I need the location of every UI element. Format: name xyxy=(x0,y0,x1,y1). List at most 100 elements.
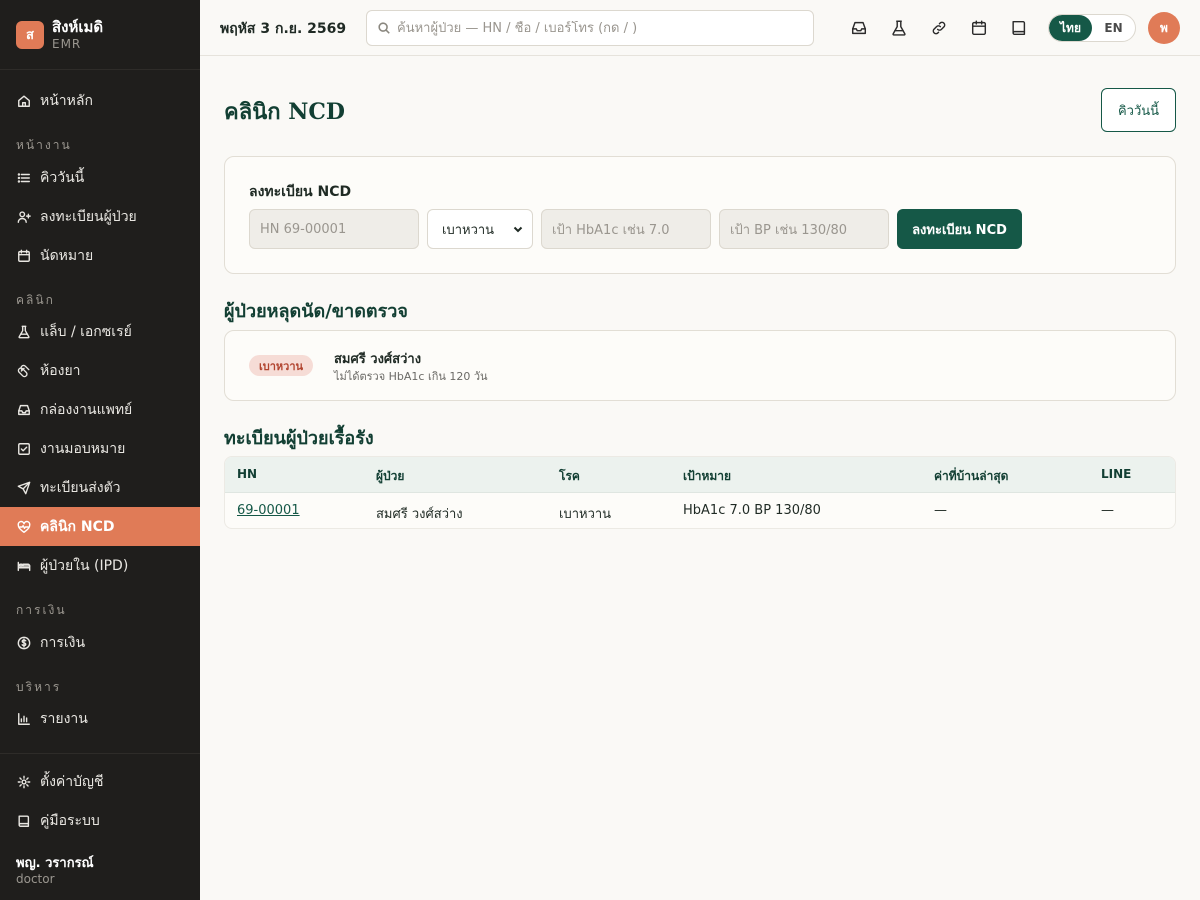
bar-chart-icon xyxy=(16,711,32,727)
brand[interactable]: ส สิงห์เมดิ EMR xyxy=(0,0,200,70)
sidebar-item-label: กล่องงานแพทย์ xyxy=(40,401,133,418)
table-header: HN ผู้ป่วย โรค เป้าหมาย ค่าที่บ้านล่าสุด… xyxy=(225,457,1175,493)
sidebar-item-label: ห้องยา xyxy=(40,362,81,379)
sidebar-item-label: หน้าหลัก xyxy=(40,92,93,109)
sidebar-item-tasks[interactable]: งานมอบหมาย xyxy=(0,429,200,468)
book-icon xyxy=(16,813,32,829)
home-icon xyxy=(16,93,32,109)
pill-icon xyxy=(16,363,32,379)
book-icon[interactable] xyxy=(1007,16,1031,40)
sidebar-item-appointments[interactable]: นัดหมาย xyxy=(0,236,200,275)
hn-link[interactable]: 69-00001 xyxy=(237,503,300,518)
sidebar-item-ncd-clinic[interactable]: คลินิก NCD xyxy=(0,507,200,546)
bp-target-field[interactable]: เป้า BP เช่น 130/80 xyxy=(719,209,889,249)
brand-sub: EMR xyxy=(52,36,82,51)
flask-icon xyxy=(16,324,32,340)
dollar-icon xyxy=(16,635,32,651)
nav-section-admin: บริหาร xyxy=(16,680,62,694)
sidebar-item-label: ผู้ป่วยใน (IPD) xyxy=(40,557,129,574)
sidebar-footer: ตั้งค่าบัญชี คู่มือระบบ พญ. วรากรณ์ doct… xyxy=(0,753,200,900)
sidebar-item-lab[interactable]: แล็บ / เอกซเรย์ xyxy=(0,312,200,351)
sidebar-item-label: แล็บ / เอกซเรย์ xyxy=(40,323,132,340)
sidebar-item-pharmacy[interactable]: ห้องยา xyxy=(0,351,200,390)
page-title: คลินิก NCD xyxy=(224,99,345,125)
chronic-registry-table: HN ผู้ป่วย โรค เป้าหมาย ค่าที่บ้านล่าสุด… xyxy=(224,456,1176,529)
chevron-down-icon xyxy=(513,226,523,233)
sidebar-item-label: ลงทะเบียนผู้ป่วย xyxy=(40,208,137,225)
user-plus-icon xyxy=(16,209,32,225)
calendar-icon[interactable] xyxy=(967,16,991,40)
today-queue-button[interactable]: คิววันนี้ xyxy=(1101,88,1176,132)
calendar-icon xyxy=(16,248,32,264)
ncd-register-card: ลงทะเบียน NCD HN 69-00001 เบาหวาน เป้า H… xyxy=(224,156,1176,274)
disease-cell: เบาหวาน xyxy=(559,507,612,522)
table-row[interactable]: 69-00001 สมศรี วงศ์สว่าง เบาหวาน HbA1c 7… xyxy=(225,493,1175,528)
list-icon xyxy=(16,170,32,186)
sidebar-item-reports[interactable]: รายงาน xyxy=(0,699,200,738)
sidebar-item-doctor-inbox[interactable]: กล่องงานแพทย์ xyxy=(0,390,200,429)
avatar[interactable]: พ xyxy=(1148,12,1180,44)
sidebar-item-label: คู่มือระบบ xyxy=(40,812,100,829)
nav-section-clinic: คลินิก xyxy=(16,293,55,307)
patient-search[interactable] xyxy=(366,10,814,46)
sidebar-item-label: การเงิน xyxy=(40,634,86,651)
user-role: doctor xyxy=(16,872,55,886)
home-reading-cell: — xyxy=(934,503,947,518)
status-badge: เบาหวาน xyxy=(249,355,314,376)
hba1c-target-field[interactable]: เป้า HbA1c เช่น 7.0 xyxy=(541,209,711,249)
missed-patient-note: ไม่ได้ตรวจ HbA1c เกิน 120 วัน xyxy=(334,370,488,383)
flask-icon[interactable] xyxy=(887,16,911,40)
missed-patient-card[interactable]: เบาหวาน สมศรี วงศ์สว่าง ไม่ได้ตรวจ HbA1c… xyxy=(224,330,1176,401)
register-ncd-button[interactable]: ลงทะเบียน NCD xyxy=(897,209,1022,249)
bed-icon xyxy=(16,558,32,574)
sidebar-item-manual[interactable]: คู่มือระบบ xyxy=(0,801,200,840)
missed-patient-name: สมศรี วงศ์สว่าง xyxy=(334,352,422,367)
brand-name: สิงห์เมดิ xyxy=(52,17,104,36)
patient-cell: สมศรี วงศ์สว่าง xyxy=(376,507,463,522)
search-input[interactable] xyxy=(397,20,797,36)
sidebar-item-label: ทะเบียนส่งตัว xyxy=(40,479,121,496)
sidebar-item-ipd[interactable]: ผู้ป่วยใน (IPD) xyxy=(0,546,200,585)
nav-section-work: หน้างาน xyxy=(16,138,72,152)
heart-pulse-icon xyxy=(16,519,32,535)
sidebar-item-register-patient[interactable]: ลงทะเบียนผู้ป่วย xyxy=(0,197,200,236)
sidebar-item-finance[interactable]: การเงิน xyxy=(0,623,200,662)
brand-logo: ส xyxy=(16,20,44,49)
missed-section-title: ผู้ป่วยหลุดนัด/ขาดตรวจ xyxy=(224,301,408,322)
sidebar-item-label: รายงาน xyxy=(40,710,88,727)
topbar: พฤหัส 3 ก.ย. 2569 ไทย EN พ xyxy=(200,0,1200,56)
gear-icon xyxy=(16,774,32,790)
sidebar-item-label: งานมอบหมาย xyxy=(40,440,126,457)
sidebar: ส สิงห์เมดิ EMR หน้าหลัก หน้างาน คิววันน… xyxy=(0,0,200,900)
sidebar-nav[interactable]: หน้าหลัก หน้างาน คิววันนี้ ลงทะเบียนผู้ป… xyxy=(0,70,200,753)
sidebar-item-label: ตั้งค่าบัญชี xyxy=(40,773,104,790)
nav-section-finance: การเงิน xyxy=(16,603,67,617)
sidebar-item-label: คิววันนี้ xyxy=(40,169,85,186)
sidebar-item-account-settings[interactable]: ตั้งค่าบัญชี xyxy=(0,762,200,801)
inbox-icon xyxy=(16,402,32,418)
target-cell: HbA1c 7.0 BP 130/80 xyxy=(683,503,821,518)
user-name: พญ. วรากรณ์ xyxy=(16,856,94,871)
disease-select[interactable]: เบาหวาน xyxy=(427,209,533,249)
register-title: ลงทะเบียน NCD xyxy=(249,184,352,200)
sidebar-item-queue[interactable]: คิววันนี้ xyxy=(0,158,200,197)
column-header-line: LINE xyxy=(1101,467,1132,481)
sidebar-item-home[interactable]: หน้าหลัก xyxy=(0,81,200,120)
sidebar-item-referrals[interactable]: ทะเบียนส่งตัว xyxy=(0,468,200,507)
column-header-disease: โรค xyxy=(559,469,580,483)
column-header-home-reading: ค่าที่บ้านล่าสุด xyxy=(934,469,1009,483)
sidebar-item-label: นัดหมาย xyxy=(40,247,94,264)
disease-select-value: เบาหวาน xyxy=(442,222,495,238)
column-header-patient: ผู้ป่วย xyxy=(376,469,405,483)
registry-section-title: ทะเบียนผู้ป่วยเรื้อรัง xyxy=(224,428,374,449)
inbox-icon[interactable] xyxy=(847,16,871,40)
hn-field[interactable]: HN 69-00001 xyxy=(249,209,419,249)
language-toggle[interactable]: ไทย EN xyxy=(1048,14,1136,42)
lang-en-option[interactable]: EN xyxy=(1092,15,1135,41)
current-date: พฤหัส 3 ก.ย. 2569 xyxy=(220,21,347,37)
line-cell: — xyxy=(1101,503,1114,518)
link-icon[interactable] xyxy=(927,16,951,40)
send-icon xyxy=(16,480,32,496)
sidebar-item-label: คลินิก NCD xyxy=(40,518,115,535)
lang-th-option[interactable]: ไทย xyxy=(1049,15,1092,41)
